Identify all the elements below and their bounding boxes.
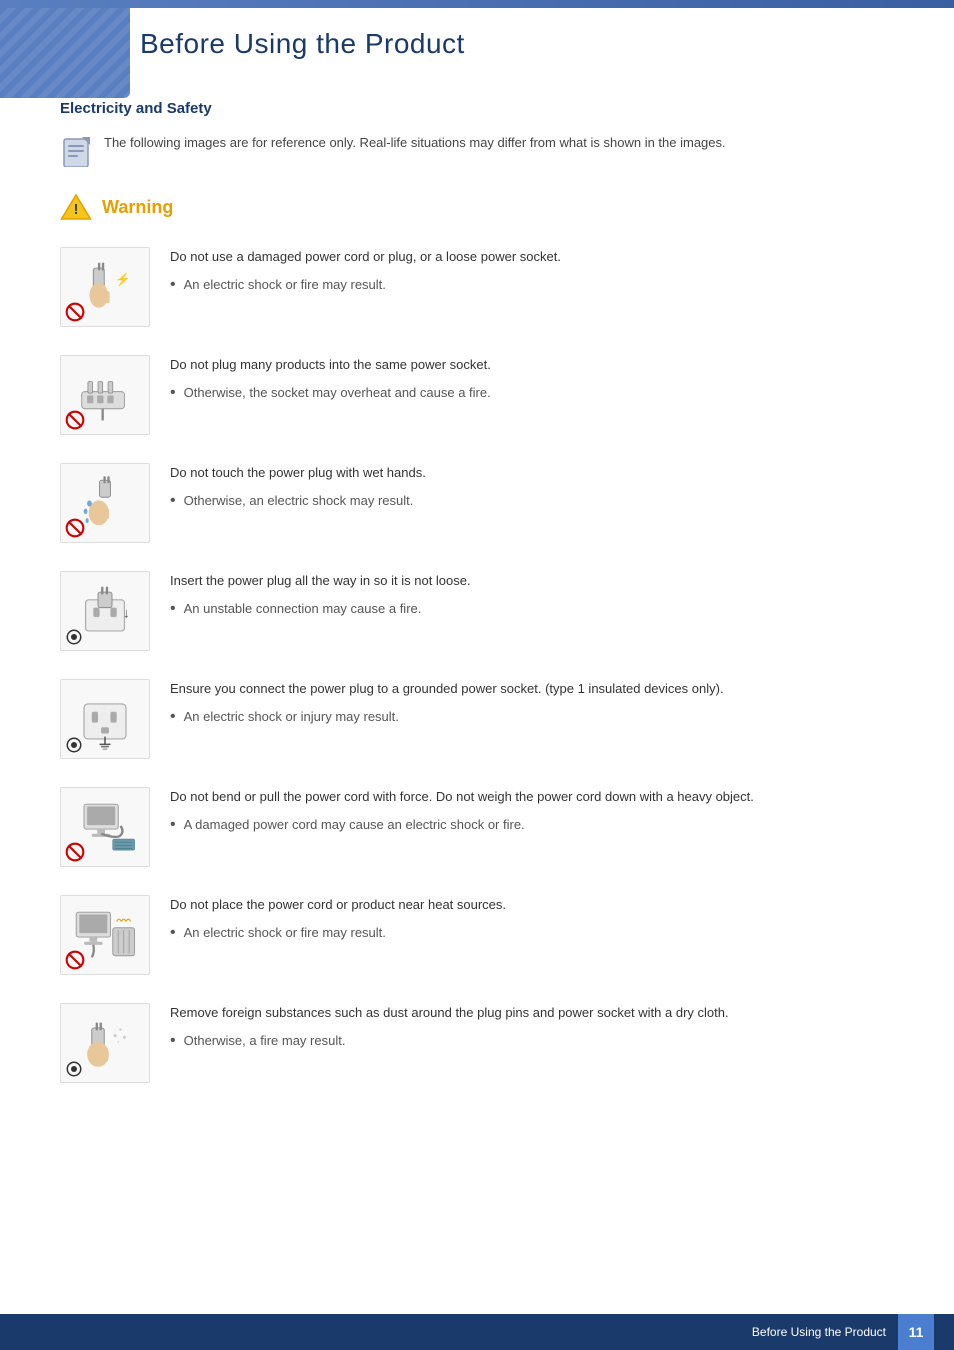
warning-item: Do not bend or pull the power cord with … bbox=[60, 787, 894, 867]
svg-text:⚡: ⚡ bbox=[115, 271, 131, 287]
item-text-4: Insert the power plug all the way in so … bbox=[170, 571, 894, 618]
page-title: Before Using the Product bbox=[140, 28, 954, 60]
footer-text: Before Using the Product bbox=[752, 1325, 886, 1339]
warning-label: Warning bbox=[102, 197, 173, 218]
warning-item: ↓ Insert the power plug all the way in s… bbox=[60, 571, 894, 651]
dot-icon-5 bbox=[65, 736, 83, 754]
warning-item: Do not place the power cord or product n… bbox=[60, 895, 894, 975]
prohibited-icon-1 bbox=[65, 302, 85, 322]
footer: Before Using the Product 11 bbox=[0, 1314, 954, 1350]
warning-item: ⚡ Do not use a damaged power cord or plu… bbox=[60, 247, 894, 327]
warning-heading: ! Warning bbox=[60, 191, 894, 223]
note-icon bbox=[60, 135, 92, 167]
svg-text:↓: ↓ bbox=[123, 604, 130, 620]
warning-item: Ensure you connect the power plug to a g… bbox=[60, 679, 894, 759]
prohibited-icon-3 bbox=[65, 518, 85, 538]
item-text-2: Do not plug many products into the same … bbox=[170, 355, 894, 402]
main-content: Electricity and Safety The following ima… bbox=[0, 80, 954, 1171]
item-text-7: Do not place the power cord or product n… bbox=[170, 895, 894, 942]
dot-icon-4 bbox=[65, 628, 83, 646]
svg-text:!: ! bbox=[74, 202, 79, 218]
item-text-6: Do not bend or pull the power cord with … bbox=[170, 787, 894, 834]
page-title-area: Before Using the Product bbox=[140, 8, 954, 80]
warning-item: Do not touch the power plug with wet han… bbox=[60, 463, 894, 543]
item-icon-1: ⚡ bbox=[60, 247, 150, 327]
footer-page-number: 11 bbox=[898, 1314, 934, 1350]
note-text: The following images are for reference o… bbox=[104, 133, 726, 154]
item-icon-5 bbox=[60, 679, 150, 759]
dot-icon-8 bbox=[65, 1060, 83, 1078]
warning-item: Remove foreign substances such as dust a… bbox=[60, 1003, 894, 1083]
prohibited-icon-2 bbox=[65, 410, 85, 430]
item-icon-3 bbox=[60, 463, 150, 543]
prohibited-icon-7 bbox=[65, 950, 85, 970]
item-text-5: Ensure you connect the power plug to a g… bbox=[170, 679, 894, 726]
item-icon-4: ↓ bbox=[60, 571, 150, 651]
top-bar bbox=[0, 0, 954, 8]
warning-triangle-icon: ! bbox=[60, 191, 92, 223]
item-text-1: Do not use a damaged power cord or plug,… bbox=[170, 247, 894, 294]
item-icon-7 bbox=[60, 895, 150, 975]
note-block: The following images are for reference o… bbox=[60, 133, 894, 167]
section-heading: Electricity and Safety bbox=[60, 100, 894, 117]
item-icon-6 bbox=[60, 787, 150, 867]
item-text-3: Do not touch the power plug with wet han… bbox=[170, 463, 894, 510]
prohibited-icon-6 bbox=[65, 842, 85, 862]
warning-item: Do not plug many products into the same … bbox=[60, 355, 894, 435]
item-icon-8 bbox=[60, 1003, 150, 1083]
item-icon-2 bbox=[60, 355, 150, 435]
item-text-8: Remove foreign substances such as dust a… bbox=[170, 1003, 894, 1050]
side-accent bbox=[0, 8, 130, 98]
